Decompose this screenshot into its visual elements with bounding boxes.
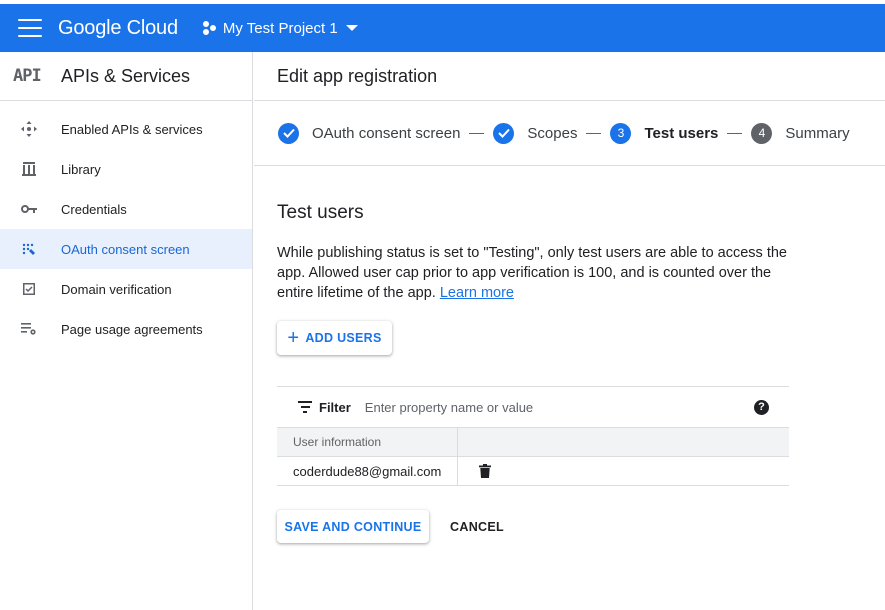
check-circle-icon xyxy=(278,122,299,144)
sidebar-item-library[interactable]: Library xyxy=(0,149,252,189)
top-app-bar: Google Cloud My Test Project 1 xyxy=(0,4,885,52)
page-title: Edit app registration xyxy=(254,52,885,101)
sidebar-item-label: Enabled APIs & services xyxy=(61,121,203,137)
test-users-table: Filter ? User information coderdude88@gm… xyxy=(277,386,789,486)
sidebar-item-page-usage-agreements[interactable]: Page usage agreements xyxy=(0,309,252,349)
sidebar-item-label: Page usage agreements xyxy=(61,321,203,337)
cancel-button[interactable]: CANCEL xyxy=(441,510,513,543)
step-label: Test users xyxy=(644,124,719,142)
project-icon xyxy=(202,21,216,35)
table-row: coderdude88@gmail.com xyxy=(277,456,789,486)
step-divider xyxy=(586,132,602,134)
step-divider xyxy=(727,132,743,134)
help-icon[interactable]: ? xyxy=(754,399,769,415)
step-summary[interactable]: 4 Summary xyxy=(751,122,850,144)
add-users-label: ADD USERS xyxy=(305,331,382,345)
delete-icon[interactable] xyxy=(479,464,491,478)
column-header-user-information[interactable]: User information xyxy=(277,428,458,456)
learn-more-link[interactable]: Learn more xyxy=(440,285,514,301)
sidebar-header: API APIs & Services xyxy=(0,52,252,101)
filter-input[interactable] xyxy=(364,399,695,415)
library-icon xyxy=(0,162,61,176)
column-header-actions xyxy=(458,428,789,456)
settings-list-icon xyxy=(0,322,61,336)
actions-cell xyxy=(458,457,789,485)
sidebar-item-label: OAuth consent screen xyxy=(61,241,190,257)
main-menu-icon[interactable] xyxy=(18,19,42,37)
oauth-consent-icon xyxy=(0,242,61,256)
sidebar-item-label: Library xyxy=(61,161,101,177)
table-header: User information xyxy=(277,427,789,456)
check-circle-icon xyxy=(493,122,515,144)
sidebar-item-label: Credentials xyxy=(61,201,127,217)
step-label: Summary xyxy=(785,124,850,142)
checkbox-icon xyxy=(0,283,61,295)
enabled-apis-icon xyxy=(0,121,61,137)
filter-bar: Filter ? xyxy=(277,386,789,427)
add-users-button[interactable]: + ADD USERS xyxy=(277,321,392,355)
sidebar-item-credentials[interactable]: Credentials xyxy=(0,189,252,229)
sidebar: API APIs & Services Enabled APIs & servi… xyxy=(0,52,253,610)
filter-label: Filter xyxy=(319,399,351,415)
sidebar-item-label: Domain verification xyxy=(61,281,172,297)
step-number: 3 xyxy=(610,122,632,144)
plus-icon: + xyxy=(287,327,300,349)
sidebar-item-domain-verification[interactable]: Domain verification xyxy=(0,269,252,309)
step-scopes[interactable]: Scopes xyxy=(493,122,578,144)
step-test-users[interactable]: 3 Test users xyxy=(610,122,719,144)
sidebar-item-oauth-consent-screen[interactable]: OAuth consent screen xyxy=(0,229,252,269)
google-cloud-logo[interactable]: Google Cloud xyxy=(58,17,178,40)
key-icon xyxy=(0,204,61,214)
step-oauth-consent-screen[interactable]: OAuth consent screen xyxy=(278,122,461,144)
step-number: 4 xyxy=(751,122,773,144)
step-label: Scopes xyxy=(527,124,578,142)
step-divider xyxy=(469,132,485,134)
sidebar-title: APIs & Services xyxy=(61,65,191,86)
main-content: Edit app registration OAuth consent scre… xyxy=(254,52,885,610)
project-name: My Test Project 1 xyxy=(222,19,338,37)
step-label: OAuth consent screen xyxy=(312,124,461,142)
save-and-continue-button[interactable]: SAVE AND CONTINUE xyxy=(277,510,429,543)
stepper: OAuth consent screen Scopes 3 Test users… xyxy=(254,101,885,166)
sidebar-item-enabled-apis[interactable]: Enabled APIs & services xyxy=(0,109,252,149)
chevron-down-icon xyxy=(345,25,358,31)
section-title: Test users xyxy=(277,202,364,223)
project-selector[interactable]: My Test Project 1 xyxy=(202,20,358,37)
filter-icon xyxy=(298,401,312,413)
api-logo-icon: API xyxy=(13,66,42,86)
description-text: While publishing status is set to "Testi… xyxy=(277,245,787,301)
description: While publishing status is set to "Testi… xyxy=(277,243,797,303)
user-email-cell: coderdude88@gmail.com xyxy=(277,457,458,485)
